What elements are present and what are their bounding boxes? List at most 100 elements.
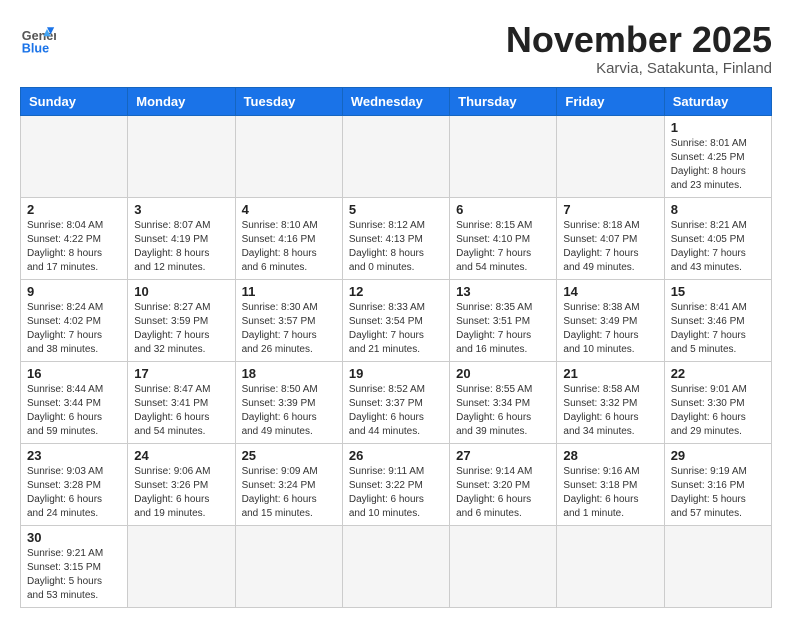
calendar-cell (342, 115, 449, 197)
day-info: Sunrise: 8:10 AM Sunset: 4:16 PM Dayligh… (242, 219, 336, 275)
day-of-week-header: Saturday (664, 87, 771, 115)
day-info: Sunrise: 8:41 AM Sunset: 3:46 PM Dayligh… (671, 301, 765, 357)
day-info: Sunrise: 9:03 AM Sunset: 3:28 PM Dayligh… (27, 465, 121, 521)
calendar-cell: 20 Sunrise: 8:55 AM Sunset: 3:34 PM Dayli… (450, 361, 557, 443)
day-of-week-header: Wednesday (342, 87, 449, 115)
calendar-cell: 2 Sunrise: 8:04 AM Sunset: 4:22 PM Daylig… (21, 197, 128, 279)
day-info: Sunrise: 8:55 AM Sunset: 3:34 PM Dayligh… (456, 383, 550, 439)
day-number: 17 (134, 366, 228, 381)
day-number: 5 (349, 202, 443, 217)
day-info: Sunrise: 9:21 AM Sunset: 3:15 PM Dayligh… (27, 547, 121, 603)
day-info: Sunrise: 8:18 AM Sunset: 4:07 PM Dayligh… (563, 219, 657, 275)
calendar-cell (557, 115, 664, 197)
day-number: 11 (242, 284, 336, 299)
day-number: 25 (242, 448, 336, 463)
header: General Blue November 2025 Karvia, Satak… (20, 20, 772, 77)
day-of-week-header: Tuesday (235, 87, 342, 115)
day-info: Sunrise: 8:50 AM Sunset: 3:39 PM Dayligh… (242, 383, 336, 439)
day-number: 18 (242, 366, 336, 381)
calendar-cell: 9Sunrise: 8:24 AM Sunset: 4:02 PM Daylig… (21, 279, 128, 361)
calendar-cell (235, 525, 342, 607)
day-number: 16 (27, 366, 121, 381)
day-of-week-header: Monday (128, 87, 235, 115)
svg-text:Blue: Blue (22, 41, 49, 55)
day-info: Sunrise: 8:04 AM Sunset: 4:22 PM Dayligh… (27, 219, 121, 275)
day-number: 7 (563, 202, 657, 217)
calendar-cell: 21Sunrise: 8:58 AM Sunset: 3:32 PM Dayli… (557, 361, 664, 443)
calendar-cell: 30 Sunrise: 9:21 AM Sunset: 3:15 PM Dayli… (21, 525, 128, 607)
calendar-cell: 11 Sunrise: 8:30 AM Sunset: 3:57 PM Dayli… (235, 279, 342, 361)
day-info: Sunrise: 8:15 AM Sunset: 4:10 PM Dayligh… (456, 219, 550, 275)
day-info: Sunrise: 8:33 AM Sunset: 3:54 PM Dayligh… (349, 301, 443, 357)
day-number: 30 (27, 530, 121, 545)
day-info: Sunrise: 8:07 AM Sunset: 4:19 PM Dayligh… (134, 219, 228, 275)
day-info: Sunrise: 9:06 AM Sunset: 3:26 PM Dayligh… (134, 465, 228, 521)
day-number: 14 (563, 284, 657, 299)
day-number: 1 (671, 120, 765, 135)
calendar-cell: 16Sunrise: 8:44 AM Sunset: 3:44 PM Dayli… (21, 361, 128, 443)
day-info: Sunrise: 9:16 AM Sunset: 3:18 PM Dayligh… (563, 465, 657, 521)
week-row: 23Sunrise: 9:03 AM Sunset: 3:28 PM Dayli… (21, 443, 772, 525)
calendar-cell: 23Sunrise: 9:03 AM Sunset: 3:28 PM Dayli… (21, 443, 128, 525)
calendar-cell (128, 525, 235, 607)
calendar-cell (235, 115, 342, 197)
day-number: 27 (456, 448, 550, 463)
logo-icon: General Blue (20, 20, 56, 56)
day-info: Sunrise: 9:19 AM Sunset: 3:16 PM Dayligh… (671, 465, 765, 521)
month-title: November 2025 (506, 20, 772, 60)
calendar-cell: 1 Sunrise: 8:01 AM Sunset: 4:25 PM Daylig… (664, 115, 771, 197)
location: Karvia, Satakunta, Finland (506, 60, 772, 77)
calendar: SundayMondayTuesdayWednesdayThursdayFrid… (20, 87, 772, 608)
calendar-body: 1 Sunrise: 8:01 AM Sunset: 4:25 PM Daylig… (21, 115, 772, 607)
calendar-cell (557, 525, 664, 607)
day-number: 4 (242, 202, 336, 217)
day-info: Sunrise: 8:52 AM Sunset: 3:37 PM Dayligh… (349, 383, 443, 439)
day-number: 26 (349, 448, 443, 463)
calendar-cell: 5 Sunrise: 8:12 AM Sunset: 4:13 PM Daylig… (342, 197, 449, 279)
calendar-cell: 4 Sunrise: 8:10 AM Sunset: 4:16 PM Daylig… (235, 197, 342, 279)
week-row: 16Sunrise: 8:44 AM Sunset: 3:44 PM Dayli… (21, 361, 772, 443)
day-info: Sunrise: 8:30 AM Sunset: 3:57 PM Dayligh… (242, 301, 336, 357)
day-of-week-header: Sunday (21, 87, 128, 115)
calendar-cell: 27 Sunrise: 9:14 AM Sunset: 3:20 PM Dayli… (450, 443, 557, 525)
logo: General Blue (20, 20, 56, 56)
calendar-cell (450, 525, 557, 607)
day-number: 2 (27, 202, 121, 217)
calendar-cell (128, 115, 235, 197)
calendar-cell (664, 525, 771, 607)
calendar-cell: 24 Sunrise: 9:06 AM Sunset: 3:26 PM Dayli… (128, 443, 235, 525)
day-number: 9 (27, 284, 121, 299)
calendar-cell: 3 Sunrise: 8:07 AM Sunset: 4:19 PM Daylig… (128, 197, 235, 279)
day-number: 29 (671, 448, 765, 463)
day-info: Sunrise: 9:09 AM Sunset: 3:24 PM Dayligh… (242, 465, 336, 521)
day-number: 3 (134, 202, 228, 217)
day-header-row: SundayMondayTuesdayWednesdayThursdayFrid… (21, 87, 772, 115)
calendar-cell (342, 525, 449, 607)
day-info: Sunrise: 8:47 AM Sunset: 3:41 PM Dayligh… (134, 383, 228, 439)
day-info: Sunrise: 8:21 AM Sunset: 4:05 PM Dayligh… (671, 219, 765, 275)
week-row: 2 Sunrise: 8:04 AM Sunset: 4:22 PM Daylig… (21, 197, 772, 279)
day-info: Sunrise: 8:12 AM Sunset: 4:13 PM Dayligh… (349, 219, 443, 275)
calendar-cell: 28 Sunrise: 9:16 AM Sunset: 3:18 PM Dayli… (557, 443, 664, 525)
day-number: 20 (456, 366, 550, 381)
calendar-cell (450, 115, 557, 197)
calendar-cell: 18 Sunrise: 8:50 AM Sunset: 3:39 PM Dayli… (235, 361, 342, 443)
day-info: Sunrise: 8:35 AM Sunset: 3:51 PM Dayligh… (456, 301, 550, 357)
calendar-cell: 26Sunrise: 9:11 AM Sunset: 3:22 PM Dayli… (342, 443, 449, 525)
calendar-cell: 10Sunrise: 8:27 AM Sunset: 3:59 PM Dayli… (128, 279, 235, 361)
day-number: 28 (563, 448, 657, 463)
day-number: 12 (349, 284, 443, 299)
calendar-cell: 12 Sunrise: 8:33 AM Sunset: 3:54 PM Dayli… (342, 279, 449, 361)
calendar-cell: 8Sunrise: 8:21 AM Sunset: 4:05 PM Daylig… (664, 197, 771, 279)
week-row: 30 Sunrise: 9:21 AM Sunset: 3:15 PM Dayli… (21, 525, 772, 607)
day-of-week-header: Friday (557, 87, 664, 115)
day-number: 19 (349, 366, 443, 381)
day-info: Sunrise: 9:14 AM Sunset: 3:20 PM Dayligh… (456, 465, 550, 521)
calendar-cell: 29 Sunrise: 9:19 AM Sunset: 3:16 PM Dayli… (664, 443, 771, 525)
day-number: 24 (134, 448, 228, 463)
day-info: Sunrise: 8:01 AM Sunset: 4:25 PM Dayligh… (671, 137, 765, 193)
day-info: Sunrise: 8:38 AM Sunset: 3:49 PM Dayligh… (563, 301, 657, 357)
day-info: Sunrise: 8:58 AM Sunset: 3:32 PM Dayligh… (563, 383, 657, 439)
calendar-cell (21, 115, 128, 197)
calendar-cell: 25 Sunrise: 9:09 AM Sunset: 3:24 PM Dayli… (235, 443, 342, 525)
